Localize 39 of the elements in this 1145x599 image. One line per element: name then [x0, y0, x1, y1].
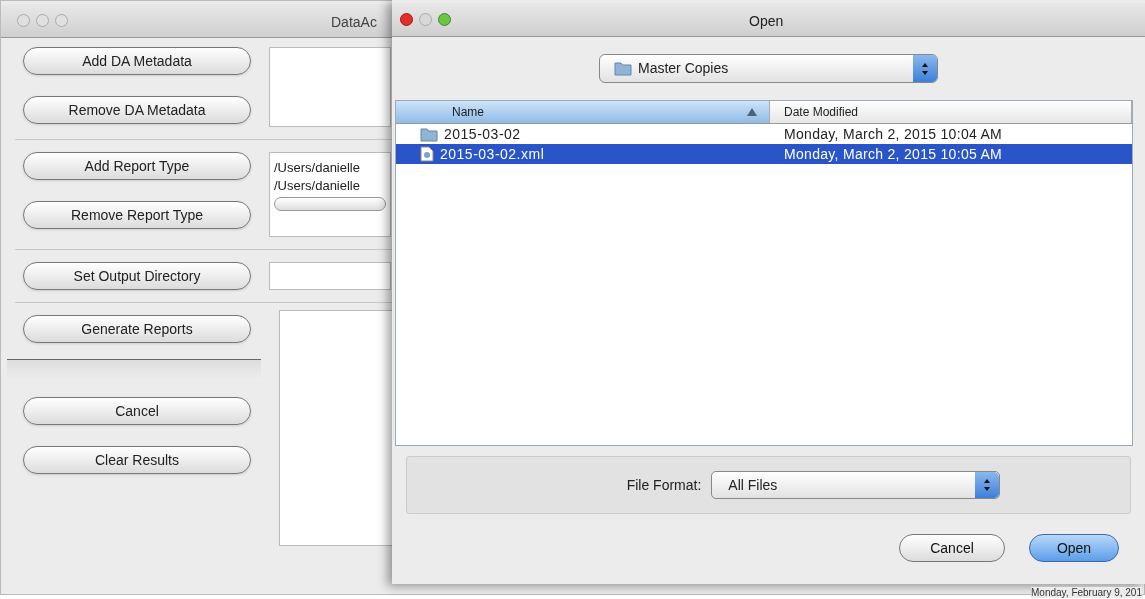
- stepper-icon: [913, 55, 937, 82]
- file-name: 2015-03-02: [444, 124, 521, 144]
- file-name: 2015-03-02.xml: [440, 144, 545, 164]
- action-button[interactable]: Remove DA Metadata: [23, 96, 251, 124]
- window-title: DataAc: [331, 13, 377, 32]
- text-field[interactable]: [269, 262, 391, 290]
- dialog-button[interactable]: Open: [1029, 534, 1119, 562]
- column-header[interactable]: Name: [396, 101, 770, 123]
- dialog-button[interactable]: Cancel: [899, 534, 1005, 562]
- action-button[interactable]: Remove Report Type: [23, 201, 251, 229]
- action-button[interactable]: Clear Results: [23, 446, 251, 474]
- window-control-button[interactable]: [438, 13, 451, 26]
- column-header[interactable]: Date Modified: [770, 101, 1132, 123]
- dropdown-value: Master Copies: [638, 59, 730, 78]
- date-modified: Monday, March 2, 2015 10:05 AM: [783, 144, 1003, 164]
- file-row[interactable]: 2015-03-02.xml Monday, March 2, 2015 10:05 AM: [396, 144, 1132, 164]
- path-text: /Users/danielle: [274, 177, 361, 195]
- column-label: Date Modified: [784, 104, 860, 121]
- format-label: File Format:: [626, 475, 702, 495]
- action-button[interactable]: Generate Reports: [23, 315, 251, 343]
- action-button[interactable]: Cancel: [23, 397, 251, 425]
- action-button[interactable]: Add Report Type: [23, 152, 251, 180]
- sort-arrow-icon: [747, 108, 757, 116]
- location-dropdown[interactable]: Master Copies: [599, 54, 938, 83]
- action-button[interactable]: Set Output Directory: [23, 262, 251, 290]
- status-text: Monday, February 9, 201: [1031, 587, 1142, 598]
- scrollbar[interactable]: [274, 197, 386, 211]
- window-title: Open: [749, 12, 784, 31]
- document-icon: [420, 146, 434, 162]
- path-text: /Users/danielle: [274, 159, 361, 177]
- format-dropdown[interactable]: All Files: [711, 471, 1001, 499]
- window-control-button[interactable]: [400, 13, 413, 26]
- column-label: Name: [452, 104, 485, 121]
- stepper-icon: [975, 472, 1000, 498]
- action-button[interactable]: Add DA Metadata: [23, 47, 251, 75]
- folder-icon: [614, 61, 632, 76]
- folder-icon: [420, 126, 438, 142]
- date-modified: Monday, March 2, 2015 10:04 AM: [783, 124, 1003, 144]
- dropdown-value: All Files: [728, 475, 779, 495]
